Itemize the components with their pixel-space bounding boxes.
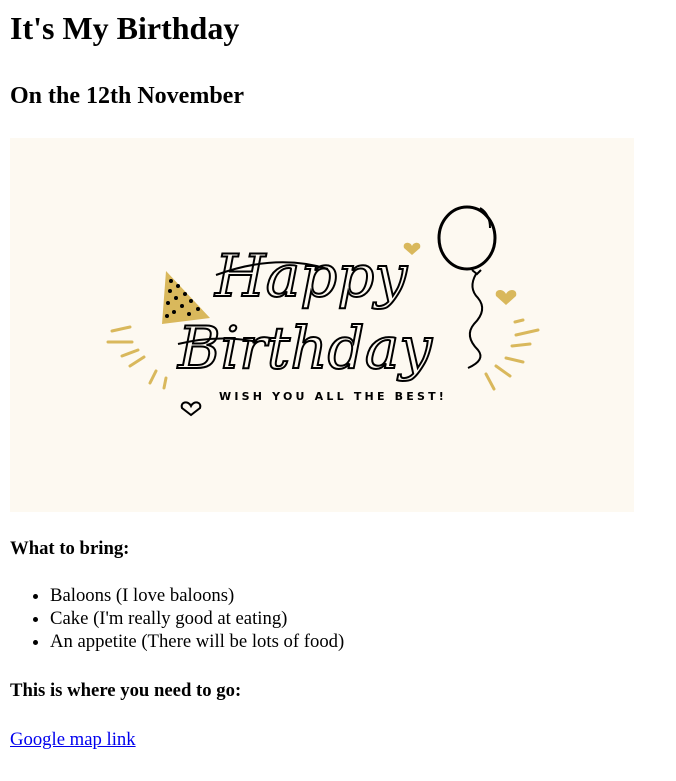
list-item: Baloons (I love baloons) [50,584,666,607]
bring-list: Baloons (I love baloons) Cake (I'm reall… [10,584,666,653]
banner-tagline: WISH YOU ALL THE BEST! [219,390,447,403]
banner-headline-birthday: Birthday [177,314,433,382]
heart-icon [495,290,517,305]
directions-heading: This is where you need to go: [10,680,242,701]
page-title: It's My Birthday [10,10,240,46]
list-item: Cake (I'm really good at eating) [50,607,666,630]
right-sparkle-icon [484,318,540,391]
left-sparkle-icon [106,325,168,390]
heart-outline-icon [180,401,202,417]
page-subtitle: On the 12th November [10,83,244,109]
page-content: It's My Birthday On the 12th November Ha… [0,0,676,751]
google-map-link[interactable]: Google map link [10,729,136,751]
bring-heading: What to bring: [10,538,130,559]
list-item: An appetite (There will be lots of food) [50,630,666,653]
balloon-icon [437,205,497,369]
birthday-banner-image: Happy Birthday WISH YOU ALL THE BEST! [10,138,634,512]
banner-headline-happy: Happy [214,242,408,310]
